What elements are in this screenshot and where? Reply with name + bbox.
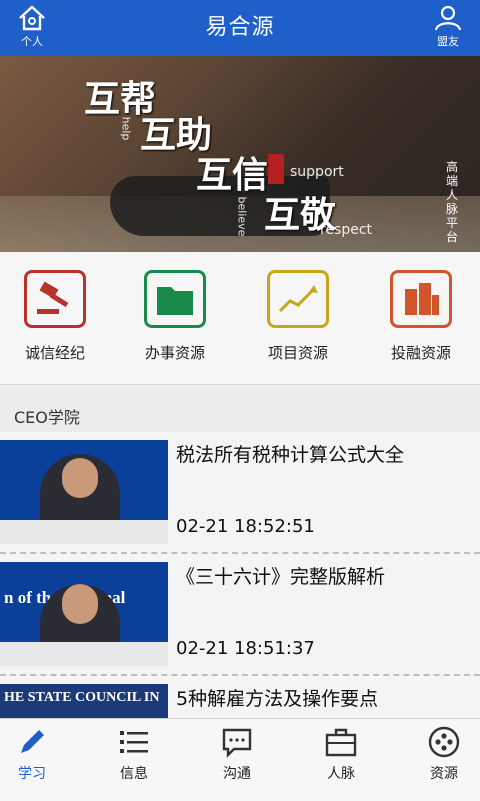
tab-resources[interactable]: 资源 bbox=[404, 725, 480, 783]
category-label: 投融资源 bbox=[390, 344, 451, 362]
banner-word-3: 互信 bbox=[196, 155, 269, 196]
tab-label: 人脉 bbox=[327, 766, 355, 782]
tab-label: 信息 bbox=[120, 766, 148, 782]
category-label: 项目资源 bbox=[267, 344, 328, 362]
article-thumbnail: n of the National bbox=[0, 562, 168, 666]
user-icon bbox=[434, 5, 462, 31]
gavel-icon bbox=[24, 270, 86, 328]
section-title: CEO学院 bbox=[14, 408, 80, 427]
tab-label: 沟通 bbox=[223, 766, 251, 782]
bottom-tab-bar: 学习 信息 沟通 人脉 资源 bbox=[0, 718, 480, 801]
list-item[interactable]: 税法所有税种计算公式大全 02-21 18:52:51 bbox=[0, 432, 480, 554]
category-credit-brokerage[interactable]: 诚信经纪 bbox=[0, 270, 110, 363]
category-label: 诚信经纪 bbox=[24, 344, 85, 362]
category-project-resources[interactable]: 项目资源 bbox=[243, 270, 353, 363]
article-title: 税法所有税种计算公式大全 bbox=[176, 444, 405, 466]
category-grid: 诚信经纪 办事资源 项目资源 投融资源 bbox=[0, 252, 480, 385]
tab-network[interactable]: 人脉 bbox=[301, 725, 381, 783]
allies-button[interactable]: 盟友 bbox=[418, 0, 478, 56]
article-time: 02-21 18:52:51 bbox=[176, 516, 315, 537]
list-icon bbox=[120, 731, 148, 753]
app-title: 易合源 bbox=[205, 15, 275, 40]
pen-icon bbox=[21, 730, 44, 753]
category-investment-resources[interactable]: 投融资源 bbox=[366, 270, 476, 363]
banner-en-support: support bbox=[290, 164, 344, 180]
app-header: 个人 易合源 盟友 bbox=[0, 0, 480, 56]
tab-study[interactable]: 学习 bbox=[0, 725, 72, 783]
article-time: 02-21 18:51:37 bbox=[176, 638, 315, 659]
banner-en-believe: believe bbox=[235, 196, 249, 237]
thumbnail-caption: HE STATE COUNCIL IN bbox=[4, 690, 160, 705]
briefcase-icon bbox=[325, 728, 357, 757]
banner-en-respect: respect bbox=[320, 222, 373, 238]
chat-icon bbox=[222, 728, 252, 758]
tab-label: 资源 bbox=[430, 766, 458, 782]
red-seal bbox=[268, 154, 284, 184]
article-thumbnail bbox=[0, 440, 168, 544]
resource-icon bbox=[428, 726, 460, 758]
tab-communicate[interactable]: 沟通 bbox=[197, 725, 277, 783]
category-label: 办事资源 bbox=[144, 344, 205, 362]
tab-label: 学习 bbox=[18, 766, 46, 782]
allies-label: 盟友 bbox=[437, 35, 459, 48]
banner-en-help: help bbox=[119, 116, 133, 141]
folder-icon bbox=[144, 270, 206, 328]
trend-icon bbox=[267, 270, 329, 328]
article-title: 5种解雇方法及操作要点 bbox=[176, 688, 379, 710]
banner-vertical-text: 高端人脉平台 bbox=[446, 160, 459, 244]
article-title: 《三十六计》完整版解析 bbox=[176, 566, 386, 588]
buildings-icon bbox=[390, 270, 452, 328]
promo-banner[interactable]: 互帮 互助 互信 互敬 help support believe respect… bbox=[0, 56, 480, 252]
category-affairs-resources[interactable]: 办事资源 bbox=[120, 270, 230, 363]
list-item[interactable]: n of the National 《三十六计》完整版解析 02-21 18:5… bbox=[0, 554, 480, 676]
tab-info[interactable]: 信息 bbox=[94, 725, 174, 783]
